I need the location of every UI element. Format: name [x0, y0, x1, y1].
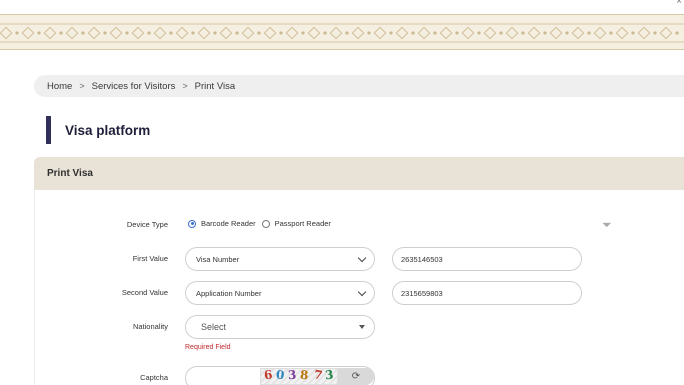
second-value-label: Second Value	[121, 288, 168, 297]
breadcrumb-separator: >	[182, 81, 188, 91]
caret-down-icon	[359, 325, 365, 329]
captcha-label: Captcha	[140, 373, 168, 382]
captcha-char: 7	[312, 368, 324, 383]
barcode-reader-label[interactable]: Barcode Reader	[201, 219, 256, 228]
passport-reader-label[interactable]: Passport Reader	[275, 219, 331, 228]
breadcrumb: Home > Services for Visitors > Print Vis…	[34, 75, 684, 97]
first-value-input[interactable]: 2635146503	[392, 247, 582, 271]
first-value-label: First Value	[132, 254, 168, 263]
refresh-icon: ⟳	[351, 371, 361, 382]
passport-reader-radio[interactable]	[261, 219, 270, 228]
captcha-refresh-button[interactable]: ⟳	[338, 368, 374, 385]
nationality-label: Nationality	[132, 322, 168, 331]
captcha-char: 8	[299, 368, 309, 383]
second-value-input[interactable]: 2315659803	[392, 281, 582, 305]
pattern-ornament	[0, 23, 684, 43]
second-value-type-selected: Application Number	[196, 288, 262, 298]
captcha-char: 3	[287, 368, 297, 383]
chevron-down-icon	[357, 287, 367, 297]
decorative-pattern-band	[0, 14, 684, 50]
first-value-type-select[interactable]: Visa Number	[185, 247, 375, 271]
device-type-radio-group: Barcode Reader Passport Reader	[188, 219, 337, 228]
first-value-text: 2635146503	[401, 254, 443, 264]
device-type-label: Device Type	[126, 220, 168, 229]
page-title: Visa platform	[65, 122, 151, 138]
close-icon[interactable]: ×	[676, 0, 682, 7]
panel-header: Print Visa	[34, 157, 684, 190]
second-value-text: 2315659803	[401, 288, 443, 298]
page-title-block: Visa platform	[46, 116, 150, 144]
captcha-char: 3	[324, 368, 335, 383]
breadcrumb-current: Print Visa	[194, 80, 236, 92]
nationality-error: Required Field	[185, 344, 231, 351]
breadcrumb-home[interactable]: Home	[47, 81, 72, 92]
captcha-char: 0	[275, 368, 286, 383]
nationality-placeholder: Select	[201, 322, 227, 332]
captcha-image: 603873	[260, 368, 338, 385]
barcode-reader-radio[interactable]	[188, 219, 196, 228]
breadcrumb-separator: >	[79, 81, 85, 91]
first-value-type-selected: Visa Number	[196, 254, 240, 264]
captcha-char: 6	[263, 368, 274, 383]
panel-title: Print Visa	[47, 168, 93, 179]
breadcrumb-services[interactable]: Services for Visitors	[92, 81, 176, 92]
second-value-type-select[interactable]: Application Number	[185, 281, 375, 305]
title-accent-bar	[46, 116, 51, 144]
chevron-down-icon	[357, 253, 367, 263]
top-bar: ×	[0, 0, 684, 14]
nationality-select[interactable]: Select	[185, 315, 375, 339]
